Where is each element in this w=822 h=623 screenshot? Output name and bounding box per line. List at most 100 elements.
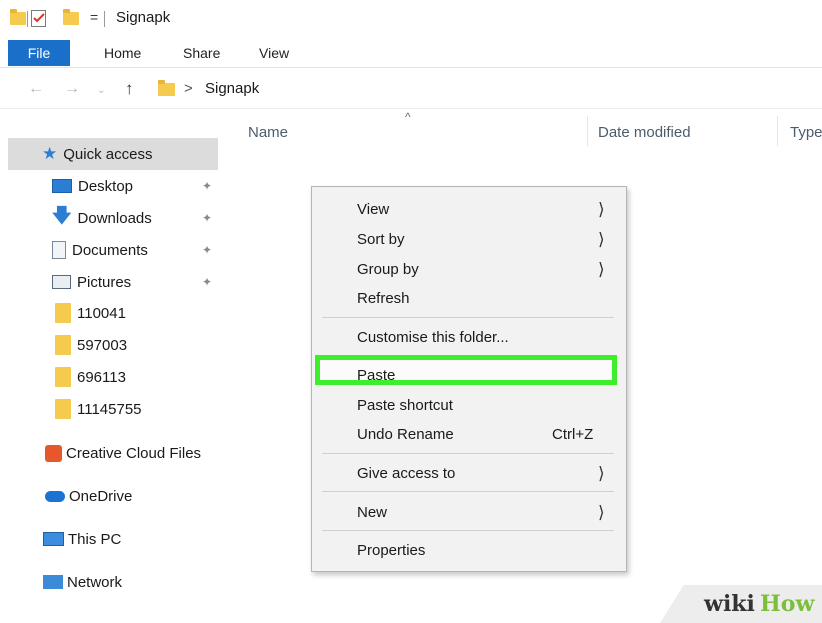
sidebar-item-pictures[interactable]: Pictures ✦ — [52, 267, 222, 297]
up-arrow-icon[interactable]: ↑ — [125, 79, 134, 99]
pictures-icon — [52, 275, 71, 289]
folder-icon[interactable] — [10, 9, 26, 25]
context-menu: View ⟩ Sort by ⟩ Group by ⟩ Refresh Cust… — [311, 186, 627, 572]
menu-item-label: New — [357, 504, 388, 521]
breadcrumb-separator: > — [184, 80, 193, 97]
menu-item-label: Sort by — [357, 231, 405, 248]
menu-item-label: Group by — [357, 261, 419, 278]
pin-icon[interactable]: ✦ — [202, 275, 212, 289]
cloud-icon — [45, 490, 65, 502]
computer-icon — [43, 532, 64, 546]
menu-item-undo-rename[interactable]: Undo Rename Ctrl+Z — [312, 420, 626, 448]
forward-arrow-icon[interactable]: → — [64, 80, 80, 98]
folder-icon — [55, 303, 71, 323]
pin-icon[interactable]: ✦ — [202, 243, 212, 257]
sidebar-item-label: This PC — [68, 530, 122, 548]
menu-item-label: View — [357, 201, 390, 218]
menu-item-label: Undo Rename — [357, 426, 454, 443]
sidebar-item-folder[interactable]: 597003 — [55, 330, 215, 360]
sidebar-item-quick-access[interactable]: ★ Quick access — [8, 138, 218, 170]
menu-item-label: Paste shortcut — [357, 397, 453, 414]
sidebar-item-folder[interactable]: 11145755 — [55, 394, 215, 424]
menu-item-new[interactable]: New ⟩ — [312, 498, 626, 526]
new-folder-icon[interactable] — [63, 9, 79, 25]
sidebar-item-label: Network — [67, 573, 123, 591]
tab-view[interactable]: View — [259, 45, 289, 61]
menu-item-give-access[interactable]: Give access to ⟩ — [312, 459, 626, 487]
folder-icon — [55, 335, 71, 355]
document-icon — [52, 241, 66, 259]
menu-item-label: Give access to — [357, 465, 456, 482]
watermark-wiki: wiki — [704, 591, 755, 617]
menu-item-paste-shortcut[interactable]: Paste shortcut — [312, 391, 626, 419]
tab-share[interactable]: Share — [183, 45, 220, 61]
sidebar-item-onedrive[interactable]: OneDrive — [45, 481, 205, 511]
chevron-right-icon: ⟩ — [598, 260, 605, 279]
sidebar-item-label: Creative Cloud Files — [66, 444, 202, 462]
creative-cloud-icon — [45, 444, 62, 462]
chevron-right-icon: ⟩ — [598, 503, 605, 522]
pin-icon[interactable]: ✦ — [202, 211, 212, 225]
column-header-type[interactable]: Type — [790, 124, 822, 141]
sidebar-item-label: 11145755 — [77, 400, 142, 418]
chevron-right-icon: ⟩ — [598, 200, 605, 219]
sidebar-item-this-pc[interactable]: This PC — [43, 524, 203, 554]
column-header-name[interactable]: Name — [248, 124, 288, 141]
title-bar: = Signapk — [0, 0, 822, 36]
sidebar-item-label: Documents — [72, 241, 148, 259]
quick-access-toolbar-dropdown[interactable]: = — [90, 9, 98, 25]
sidebar-item-network[interactable]: Network — [43, 567, 203, 597]
sidebar-item-label: OneDrive — [69, 487, 133, 505]
watermark-how: How — [760, 591, 815, 617]
menu-item-view[interactable]: View ⟩ — [312, 195, 626, 223]
separator — [27, 11, 28, 27]
menu-item-label: Paste — [357, 367, 396, 384]
sidebar-item-folder[interactable]: 110041 — [55, 298, 215, 328]
window-title: Signapk — [116, 9, 171, 26]
folder-icon — [55, 367, 71, 387]
menu-separator — [322, 317, 614, 318]
menu-item-group-by[interactable]: Group by ⟩ — [312, 255, 626, 283]
menu-item-customise-folder[interactable]: Customise this folder... — [312, 323, 626, 351]
sidebar-item-label: Quick access — [63, 145, 153, 163]
folder-icon — [55, 399, 71, 419]
menu-item-label: Properties — [357, 542, 426, 559]
sort-ascending-icon: ^ — [405, 110, 411, 124]
menu-item-properties[interactable]: Properties — [312, 536, 626, 564]
sidebar-item-label: Desktop — [78, 177, 134, 195]
menu-item-paste[interactable]: Paste — [312, 361, 626, 389]
recent-locations-chevron-icon[interactable]: ⌄ — [97, 85, 105, 96]
column-divider[interactable] — [587, 116, 588, 146]
menu-item-sort-by[interactable]: Sort by ⟩ — [312, 225, 626, 253]
chevron-right-icon: ⟩ — [598, 464, 605, 483]
breadcrumb-current[interactable]: Signapk — [205, 80, 259, 97]
column-divider[interactable] — [777, 116, 778, 146]
menu-separator — [322, 453, 614, 454]
address-divider — [0, 108, 822, 109]
desktop-icon — [52, 179, 72, 193]
sidebar-item-folder[interactable]: 696113 — [55, 362, 215, 392]
pin-icon[interactable]: ✦ — [202, 179, 212, 193]
sidebar-item-documents[interactable]: Documents ✦ — [52, 235, 222, 265]
tab-home[interactable]: Home — [104, 45, 141, 61]
properties-check-icon[interactable] — [31, 10, 46, 27]
ribbon-divider — [0, 67, 822, 68]
sidebar-item-desktop[interactable]: Desktop ✦ — [52, 171, 222, 201]
tab-file[interactable]: File — [8, 40, 70, 66]
download-arrow-icon: 🡇 — [52, 206, 72, 227]
sidebar-item-label: 597003 — [77, 336, 128, 354]
sidebar-item-downloads[interactable]: 🡇 Downloads ✦ — [52, 203, 222, 233]
sidebar-item-creative-cloud[interactable]: Creative Cloud Files — [45, 438, 220, 468]
sidebar-item-label: Pictures — [77, 273, 132, 291]
star-icon: ★ — [42, 144, 58, 163]
network-icon — [43, 575, 63, 589]
address-folder-icon — [158, 80, 175, 96]
separator — [104, 11, 105, 27]
chevron-right-icon: ⟩ — [598, 230, 605, 249]
sidebar-item-label: Downloads — [77, 209, 152, 227]
menu-item-refresh[interactable]: Refresh — [312, 284, 626, 312]
column-header-date-modified[interactable]: Date modified — [598, 124, 691, 141]
back-arrow-icon[interactable]: ← — [28, 80, 44, 98]
menu-separator — [322, 530, 614, 531]
menu-item-label: Customise this folder... — [357, 329, 509, 346]
